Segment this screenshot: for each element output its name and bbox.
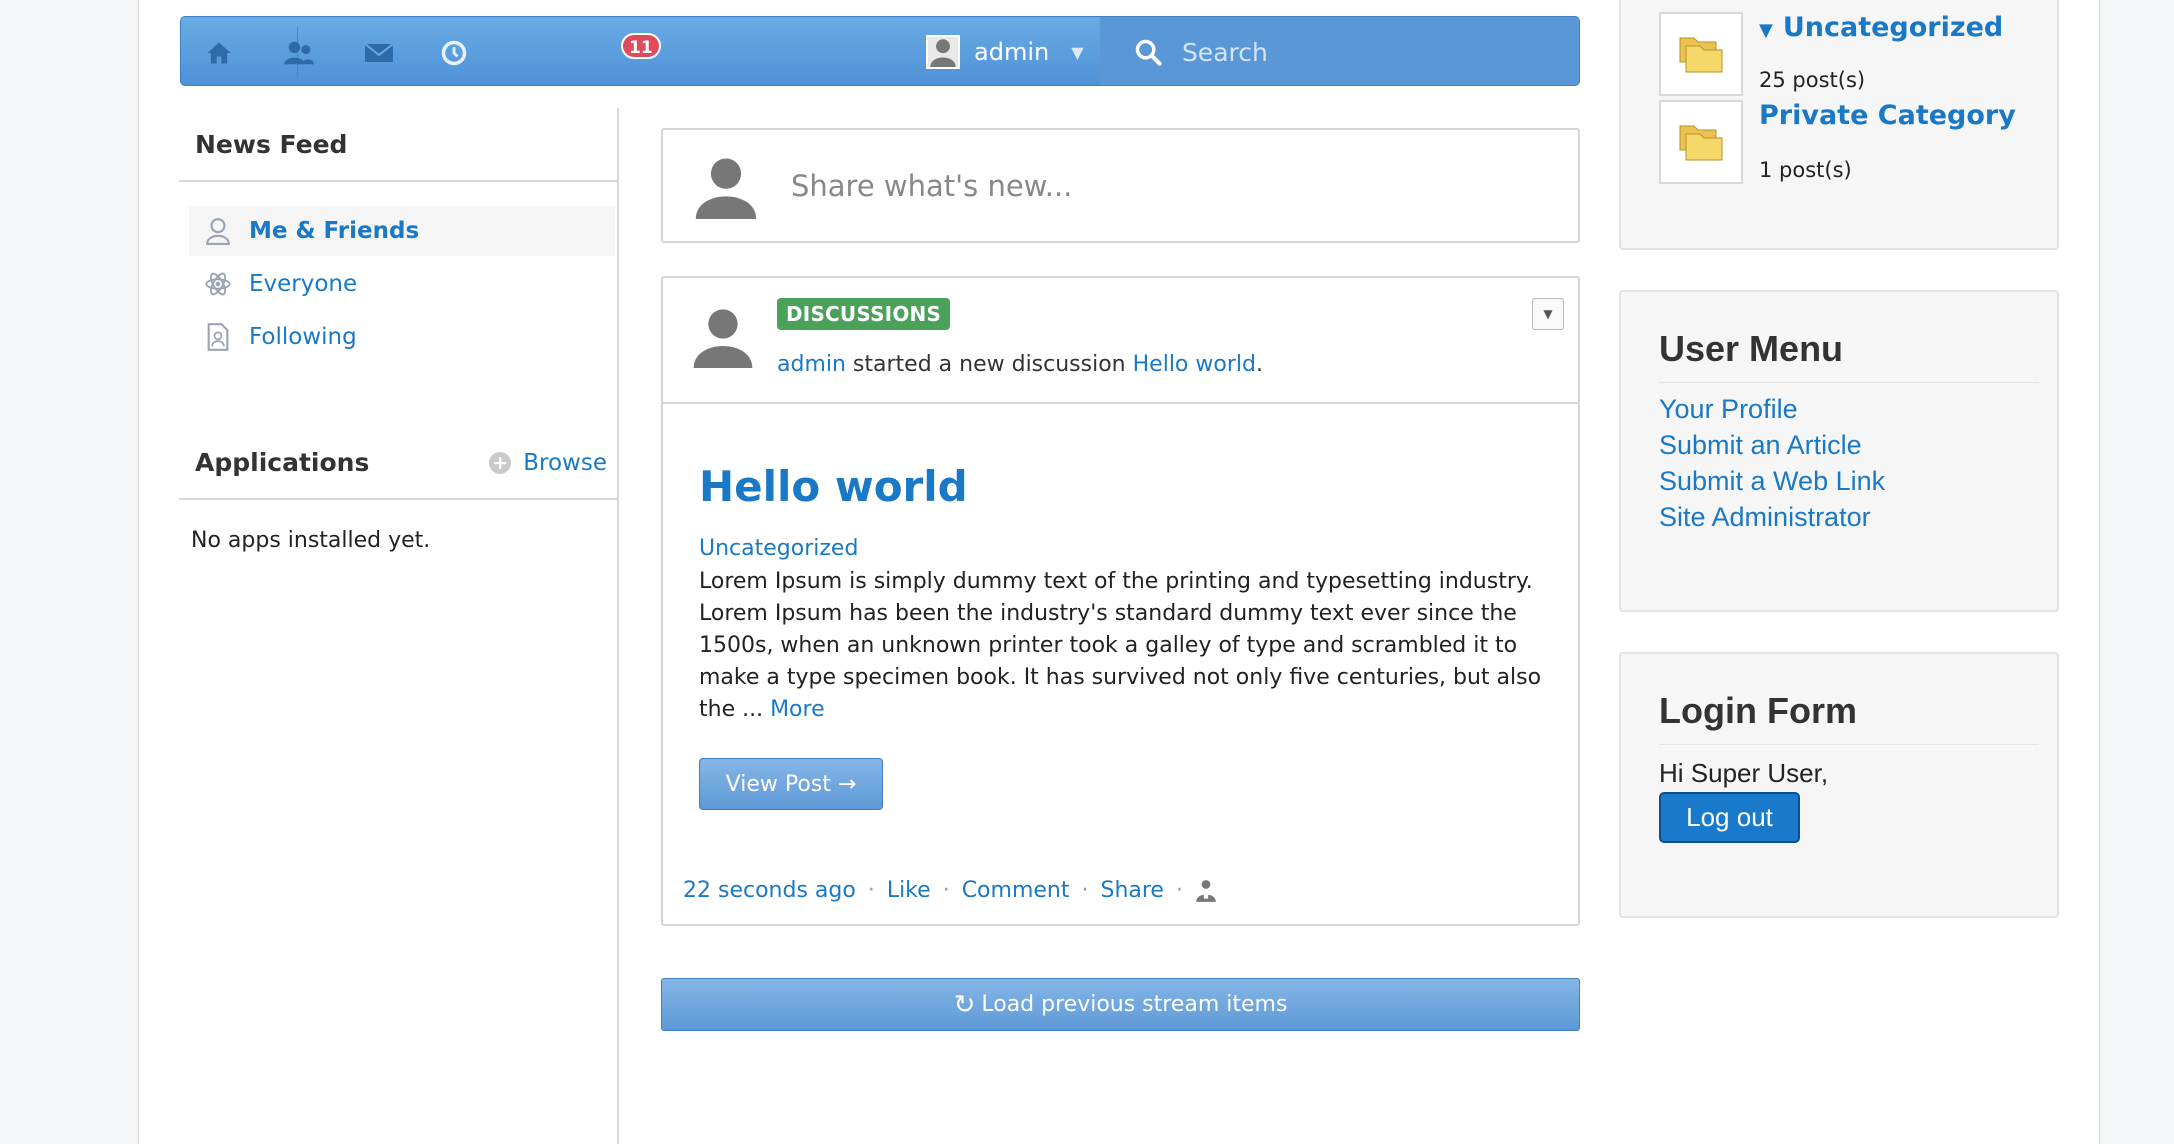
timestamp-link[interactable]: 22 seconds ago: [683, 878, 856, 903]
stream-item: DISCUSSIONS admin started a new discussi…: [661, 276, 1580, 926]
folder-icon: [1659, 100, 1743, 184]
share-link[interactable]: Share: [1100, 878, 1164, 903]
feed-filter-list: Me & Friends Everyone Following: [179, 206, 617, 362]
nav-item-following[interactable]: Following: [189, 312, 615, 362]
nav-item-label: Me & Friends: [249, 218, 420, 244]
folder-icon: [1659, 12, 1743, 96]
more-link[interactable]: More: [770, 697, 825, 722]
nav-item-label: Following: [249, 324, 357, 350]
target-link[interactable]: Hello world: [1133, 352, 1256, 377]
category-name: Uncategorized: [1782, 12, 2004, 43]
like-link[interactable]: Like: [887, 878, 931, 903]
search-input[interactable]: [1181, 37, 1579, 67]
avatar: [926, 35, 960, 69]
category-link-uncategorized[interactable]: ▼ Uncategorized: [1759, 12, 2003, 43]
view-post-button[interactable]: View Post →: [699, 758, 883, 810]
load-previous-button[interactable]: ↻ Load previous stream items: [661, 978, 1580, 1031]
caret-down-icon: ▼: [1759, 20, 1773, 41]
stream-item-footer: 22 seconds ago · Like · Comment · Share …: [683, 878, 1217, 903]
browse-label: Browse: [523, 450, 607, 476]
category-post-count: 1 post(s): [1759, 158, 1852, 182]
refresh-icon: ↻: [953, 989, 976, 1020]
excerpt-text: Lorem Ipsum is simply dummy text of the …: [699, 569, 1542, 722]
category-link-private[interactable]: Private Category: [1759, 100, 2016, 131]
login-form-panel: Login Form Hi Super User, Log out: [1619, 652, 2059, 918]
browse-apps-link[interactable]: + Browse: [489, 426, 607, 500]
post-title-link[interactable]: Hello world: [699, 462, 968, 511]
post-category-link[interactable]: Uncategorized: [699, 536, 858, 561]
privacy-user-icon[interactable]: [1195, 879, 1217, 903]
share-status-box[interactable]: Share what's new...: [661, 128, 1580, 243]
separator: ·: [1081, 878, 1089, 903]
user-icon: [201, 217, 235, 245]
greeting-text: Hi Super User,: [1659, 758, 1829, 788]
search-icon: [1135, 39, 1162, 66]
site-administrator-link[interactable]: Site Administrator: [1659, 502, 1871, 533]
user-menu-heading: User Menu: [1659, 328, 1844, 369]
document-user-icon: [201, 323, 235, 351]
login-form-heading: Login Form: [1659, 690, 1857, 731]
comment-link[interactable]: Comment: [962, 878, 1070, 903]
username-label: admin: [974, 38, 1050, 66]
nav-item-me-and-friends[interactable]: Me & Friends: [189, 206, 615, 256]
applications-heading: Applications: [195, 448, 370, 477]
search-box: [1100, 17, 1579, 85]
chevron-down-icon: ▼: [1071, 42, 1084, 62]
chevron-down-icon: ▼: [1543, 307, 1553, 321]
post-excerpt: Lorem Ipsum is simply dummy text of the …: [699, 566, 1549, 726]
page-container: 11 admin ▼ News Feed Me & Friends: [138, 0, 2100, 1144]
divider: [1659, 744, 2039, 745]
action-text: started a new discussion: [845, 352, 1133, 377]
separator: ·: [1175, 878, 1183, 903]
mail-icon[interactable]: [361, 35, 397, 71]
notifications-icon[interactable]: [436, 35, 472, 71]
user-dropdown[interactable]: admin ▼: [926, 17, 1106, 85]
separator: ·: [942, 878, 950, 903]
separator: ·: [867, 878, 875, 903]
home-icon[interactable]: [201, 35, 237, 71]
stream-item-header: DISCUSSIONS admin started a new discussi…: [663, 278, 1578, 404]
load-previous-label: Load previous stream items: [981, 992, 1288, 1017]
submit-web-link-link[interactable]: Submit a Web Link: [1659, 466, 1885, 497]
avatar-placeholder-icon[interactable]: [691, 304, 755, 368]
stream-action-text: admin started a new discussion Hello wor…: [777, 352, 1263, 377]
actor-link[interactable]: admin: [777, 352, 846, 377]
category-post-count: 25 post(s): [1759, 68, 1866, 92]
top-toolbar: 11 admin ▼: [180, 16, 1580, 86]
discussions-label: DISCUSSIONS: [777, 298, 951, 330]
notification-badge[interactable]: 11: [621, 33, 661, 59]
atom-icon: [201, 270, 235, 298]
share-placeholder: Share what's new...: [791, 168, 1073, 203]
your-profile-link[interactable]: Your Profile: [1659, 394, 1798, 425]
submit-article-link[interactable]: Submit an Article: [1659, 430, 1862, 461]
divider: [1659, 382, 2039, 383]
nav-item-label: Everyone: [249, 271, 358, 297]
friends-icon[interactable]: [281, 35, 317, 71]
plus-icon: +: [489, 452, 512, 474]
applications-header: Applications + Browse: [179, 426, 619, 500]
stream-item-menu-button[interactable]: ▼: [1532, 298, 1564, 330]
user-menu-panel: User Menu Your Profile Submit an Article…: [1619, 290, 2059, 612]
avatar-placeholder-icon: [695, 158, 757, 219]
categories-panel: ▼ Uncategorized 25 post(s) Private Catego…: [1619, 0, 2059, 250]
no-apps-message: No apps installed yet.: [191, 528, 431, 553]
nav-item-everyone[interactable]: Everyone: [189, 259, 615, 309]
news-feed-heading: News Feed: [179, 108, 617, 182]
period-text: .: [1255, 352, 1263, 377]
logout-button[interactable]: Log out: [1659, 792, 1800, 843]
left-sidebar: News Feed Me & Friends Everyone Followin…: [179, 108, 619, 1144]
